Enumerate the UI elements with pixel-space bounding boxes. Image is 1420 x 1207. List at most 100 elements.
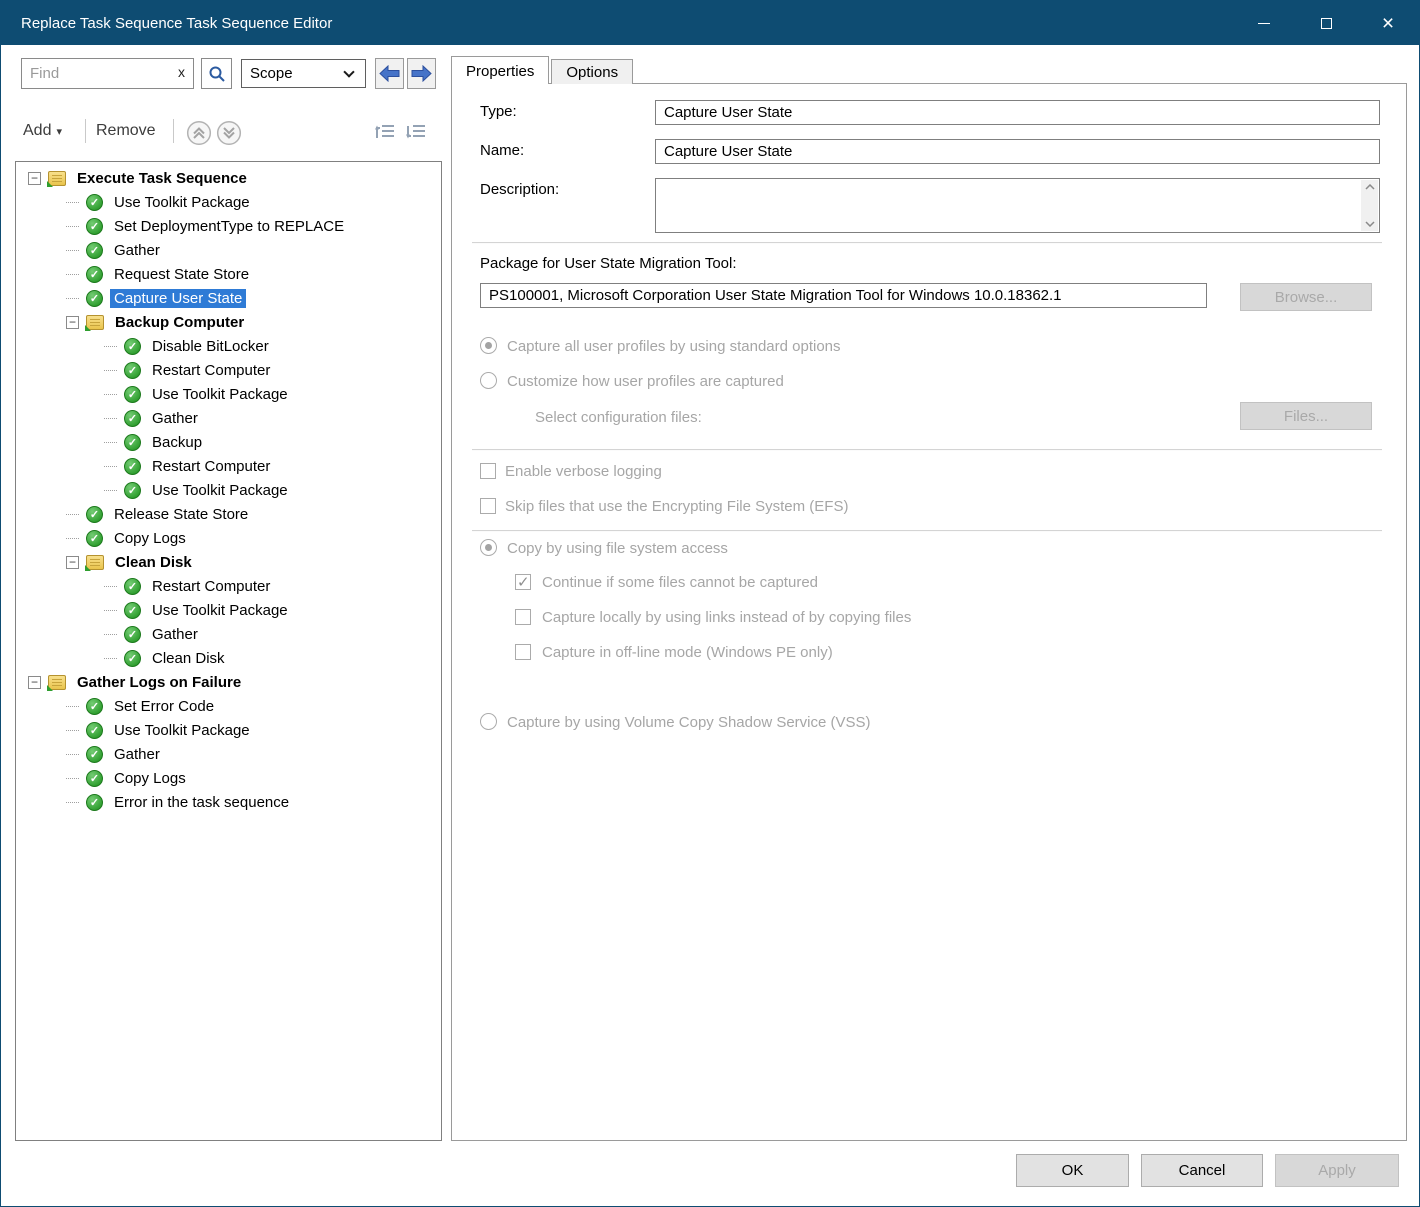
collapse-toggle-icon[interactable]: − [66, 556, 79, 569]
type-field[interactable] [655, 100, 1380, 125]
apply-button[interactable]: Apply [1275, 1154, 1399, 1187]
remove-button[interactable]: Remove [96, 122, 156, 140]
capture-locally-links-label: Capture locally by using links instead o… [542, 609, 911, 626]
tree-item[interactable]: ✓Restart Computer [16, 454, 441, 478]
description-field[interactable] [655, 178, 1380, 233]
tree-item[interactable]: −Gather Logs on Failure [16, 670, 441, 694]
description-scrollbar[interactable] [1361, 180, 1378, 231]
copy-step-button[interactable] [373, 121, 399, 145]
maximize-icon [1321, 18, 1332, 29]
collapse-toggle-icon[interactable]: − [28, 172, 41, 185]
scroll-down-icon[interactable] [1365, 221, 1375, 227]
filesystem-access-label: Copy by using file system access [507, 540, 728, 557]
tree-connector [104, 610, 117, 611]
tree-connector [66, 250, 79, 251]
group-folder-icon [48, 675, 66, 690]
minimize-icon [1258, 23, 1270, 24]
tree-item[interactable]: ✓Clean Disk [16, 646, 441, 670]
tree-item[interactable]: ✓Capture User State [16, 286, 441, 310]
tree-item[interactable]: ✓Backup [16, 430, 441, 454]
tree-item[interactable]: ✓Release State Store [16, 502, 441, 526]
tree-connector [104, 442, 117, 443]
paste-step-icon [404, 121, 428, 143]
find-next-button[interactable] [407, 58, 436, 89]
step-success-icon: ✓ [86, 506, 103, 523]
tree-item[interactable]: ✓Set DeploymentType to REPLACE [16, 214, 441, 238]
tree-item[interactable]: ✓Use Toolkit Package [16, 382, 441, 406]
step-success-icon: ✓ [124, 482, 141, 499]
step-success-icon: ✓ [124, 626, 141, 643]
magnifier-icon [208, 65, 226, 83]
find-previous-button[interactable] [375, 58, 404, 89]
package-field[interactable] [480, 283, 1207, 308]
offline-mode-checkbox[interactable] [515, 644, 531, 660]
collapse-toggle-icon[interactable]: − [28, 676, 41, 689]
tree-connector [66, 754, 79, 755]
tree-item[interactable]: ✓Gather [16, 742, 441, 766]
step-success-icon: ✓ [86, 266, 103, 283]
ok-button[interactable]: OK [1016, 1154, 1129, 1187]
collapse-toggle-icon[interactable]: − [66, 316, 79, 329]
tree-connector [104, 466, 117, 467]
scroll-up-icon[interactable] [1365, 184, 1375, 190]
step-success-icon: ✓ [124, 602, 141, 619]
tree-item[interactable]: ✓Gather [16, 406, 441, 430]
browse-button[interactable]: Browse... [1240, 283, 1372, 311]
name-field[interactable] [655, 139, 1380, 164]
capture-locally-links-checkbox[interactable] [515, 609, 531, 625]
tab-options[interactable]: Options [551, 59, 633, 84]
tree-item[interactable]: ✓Use Toolkit Package [16, 718, 441, 742]
add-button[interactable]: Add▾ [23, 122, 62, 140]
minimize-button[interactable] [1233, 1, 1295, 45]
skip-efs-checkbox[interactable] [480, 498, 496, 514]
step-success-icon: ✓ [86, 218, 103, 235]
tree-item[interactable]: ✓Gather [16, 622, 441, 646]
tree-item-label: Error in the task sequence [110, 793, 293, 812]
tab-properties[interactable]: Properties [451, 56, 549, 84]
tree-item[interactable]: ✓Gather [16, 238, 441, 262]
tree-item[interactable]: ✓Restart Computer [16, 358, 441, 382]
close-button[interactable]: × [1357, 1, 1419, 45]
tree-item[interactable]: ✓Restart Computer [16, 574, 441, 598]
tree-item-label: Gather [148, 409, 202, 428]
capture-customize-radio[interactable] [480, 372, 497, 389]
toolbar-divider [85, 119, 86, 143]
tree-item[interactable]: −Clean Disk [16, 550, 441, 574]
cancel-button[interactable]: Cancel [1141, 1154, 1263, 1187]
tree-item[interactable]: ✓Copy Logs [16, 766, 441, 790]
files-button[interactable]: Files... [1240, 402, 1372, 430]
vss-radio[interactable] [480, 713, 497, 730]
search-button[interactable] [201, 58, 232, 89]
group-folder-icon [86, 315, 104, 330]
tree-item[interactable]: ✓Error in the task sequence [16, 790, 441, 814]
filesystem-access-radio[interactable] [480, 539, 497, 556]
tree-item[interactable]: ✓Set Error Code [16, 694, 441, 718]
tree-item-label: Copy Logs [110, 529, 190, 548]
tree-item-label: Use Toolkit Package [148, 385, 292, 404]
clear-find-button[interactable]: x [178, 64, 185, 80]
scope-dropdown[interactable]: Scope [241, 59, 366, 88]
move-up-button[interactable] [186, 120, 212, 146]
verbose-logging-checkbox[interactable] [480, 463, 496, 479]
continue-if-files-checkbox[interactable] [515, 574, 531, 590]
tree-item[interactable]: ✓Use Toolkit Package [16, 190, 441, 214]
paste-step-button[interactable] [404, 121, 430, 145]
tree-item[interactable]: ✓Disable BitLocker [16, 334, 441, 358]
step-success-icon: ✓ [124, 338, 141, 355]
tree-item-label: Use Toolkit Package [148, 601, 292, 620]
tree-item[interactable]: ✓Use Toolkit Package [16, 478, 441, 502]
move-down-button[interactable] [216, 120, 242, 146]
tree-item[interactable]: ✓Request State Store [16, 262, 441, 286]
tree-item[interactable]: −Execute Task Sequence [16, 166, 441, 190]
task-tree: −Execute Task Sequence ✓ Use Toolkit Packa… [15, 161, 442, 1141]
tree-connector [104, 346, 117, 347]
tree-item[interactable]: −Backup Computer [16, 310, 441, 334]
find-input[interactable] [21, 58, 194, 89]
caption-buttons: × [1233, 1, 1419, 45]
section-divider [472, 530, 1382, 532]
maximize-button[interactable] [1295, 1, 1357, 45]
tree-item[interactable]: ✓ Use Toolkit Package [16, 598, 441, 622]
tree-item-label: Restart Computer [148, 457, 274, 476]
tree-item[interactable]: ✓Copy Logs [16, 526, 441, 550]
capture-standard-radio[interactable] [480, 337, 497, 354]
